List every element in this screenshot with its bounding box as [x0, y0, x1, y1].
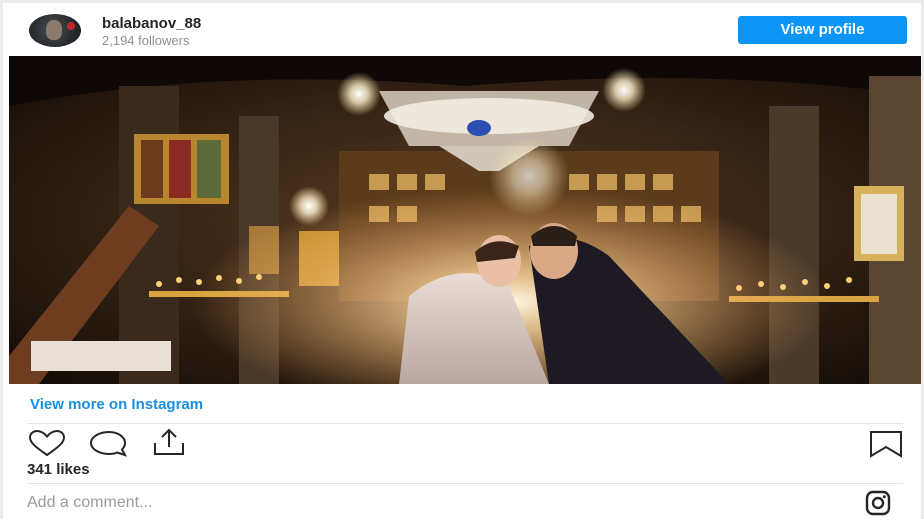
instagram-icon[interactable]: [865, 490, 891, 516]
avatar-face: [46, 20, 62, 40]
share-icon[interactable]: [149, 427, 184, 457]
like-count: 341 likes: [27, 461, 90, 478]
avatar-accent: [67, 22, 75, 30]
view-profile-button[interactable]: View profile: [738, 16, 907, 44]
post-header: balabanov_88 2,194 followers View profil…: [3, 3, 921, 55]
divider: [27, 483, 903, 484]
post-photo[interactable]: [9, 56, 921, 384]
follower-count: 2,194 followers: [102, 33, 190, 48]
comment-icon[interactable]: [88, 429, 128, 459]
photo-illustration: [9, 56, 921, 384]
view-more-on-instagram-link[interactable]: View more on Instagram: [30, 396, 203, 413]
divider: [27, 423, 903, 424]
instagram-embed-card: balabanov_88 2,194 followers View profil…: [0, 0, 924, 519]
username[interactable]: balabanov_88: [102, 15, 201, 32]
heart-icon[interactable]: [27, 429, 66, 459]
avatar[interactable]: [29, 14, 81, 47]
add-comment-input[interactable]: [27, 489, 827, 517]
bookmark-icon[interactable]: [869, 429, 903, 459]
action-bar: [3, 425, 921, 461]
